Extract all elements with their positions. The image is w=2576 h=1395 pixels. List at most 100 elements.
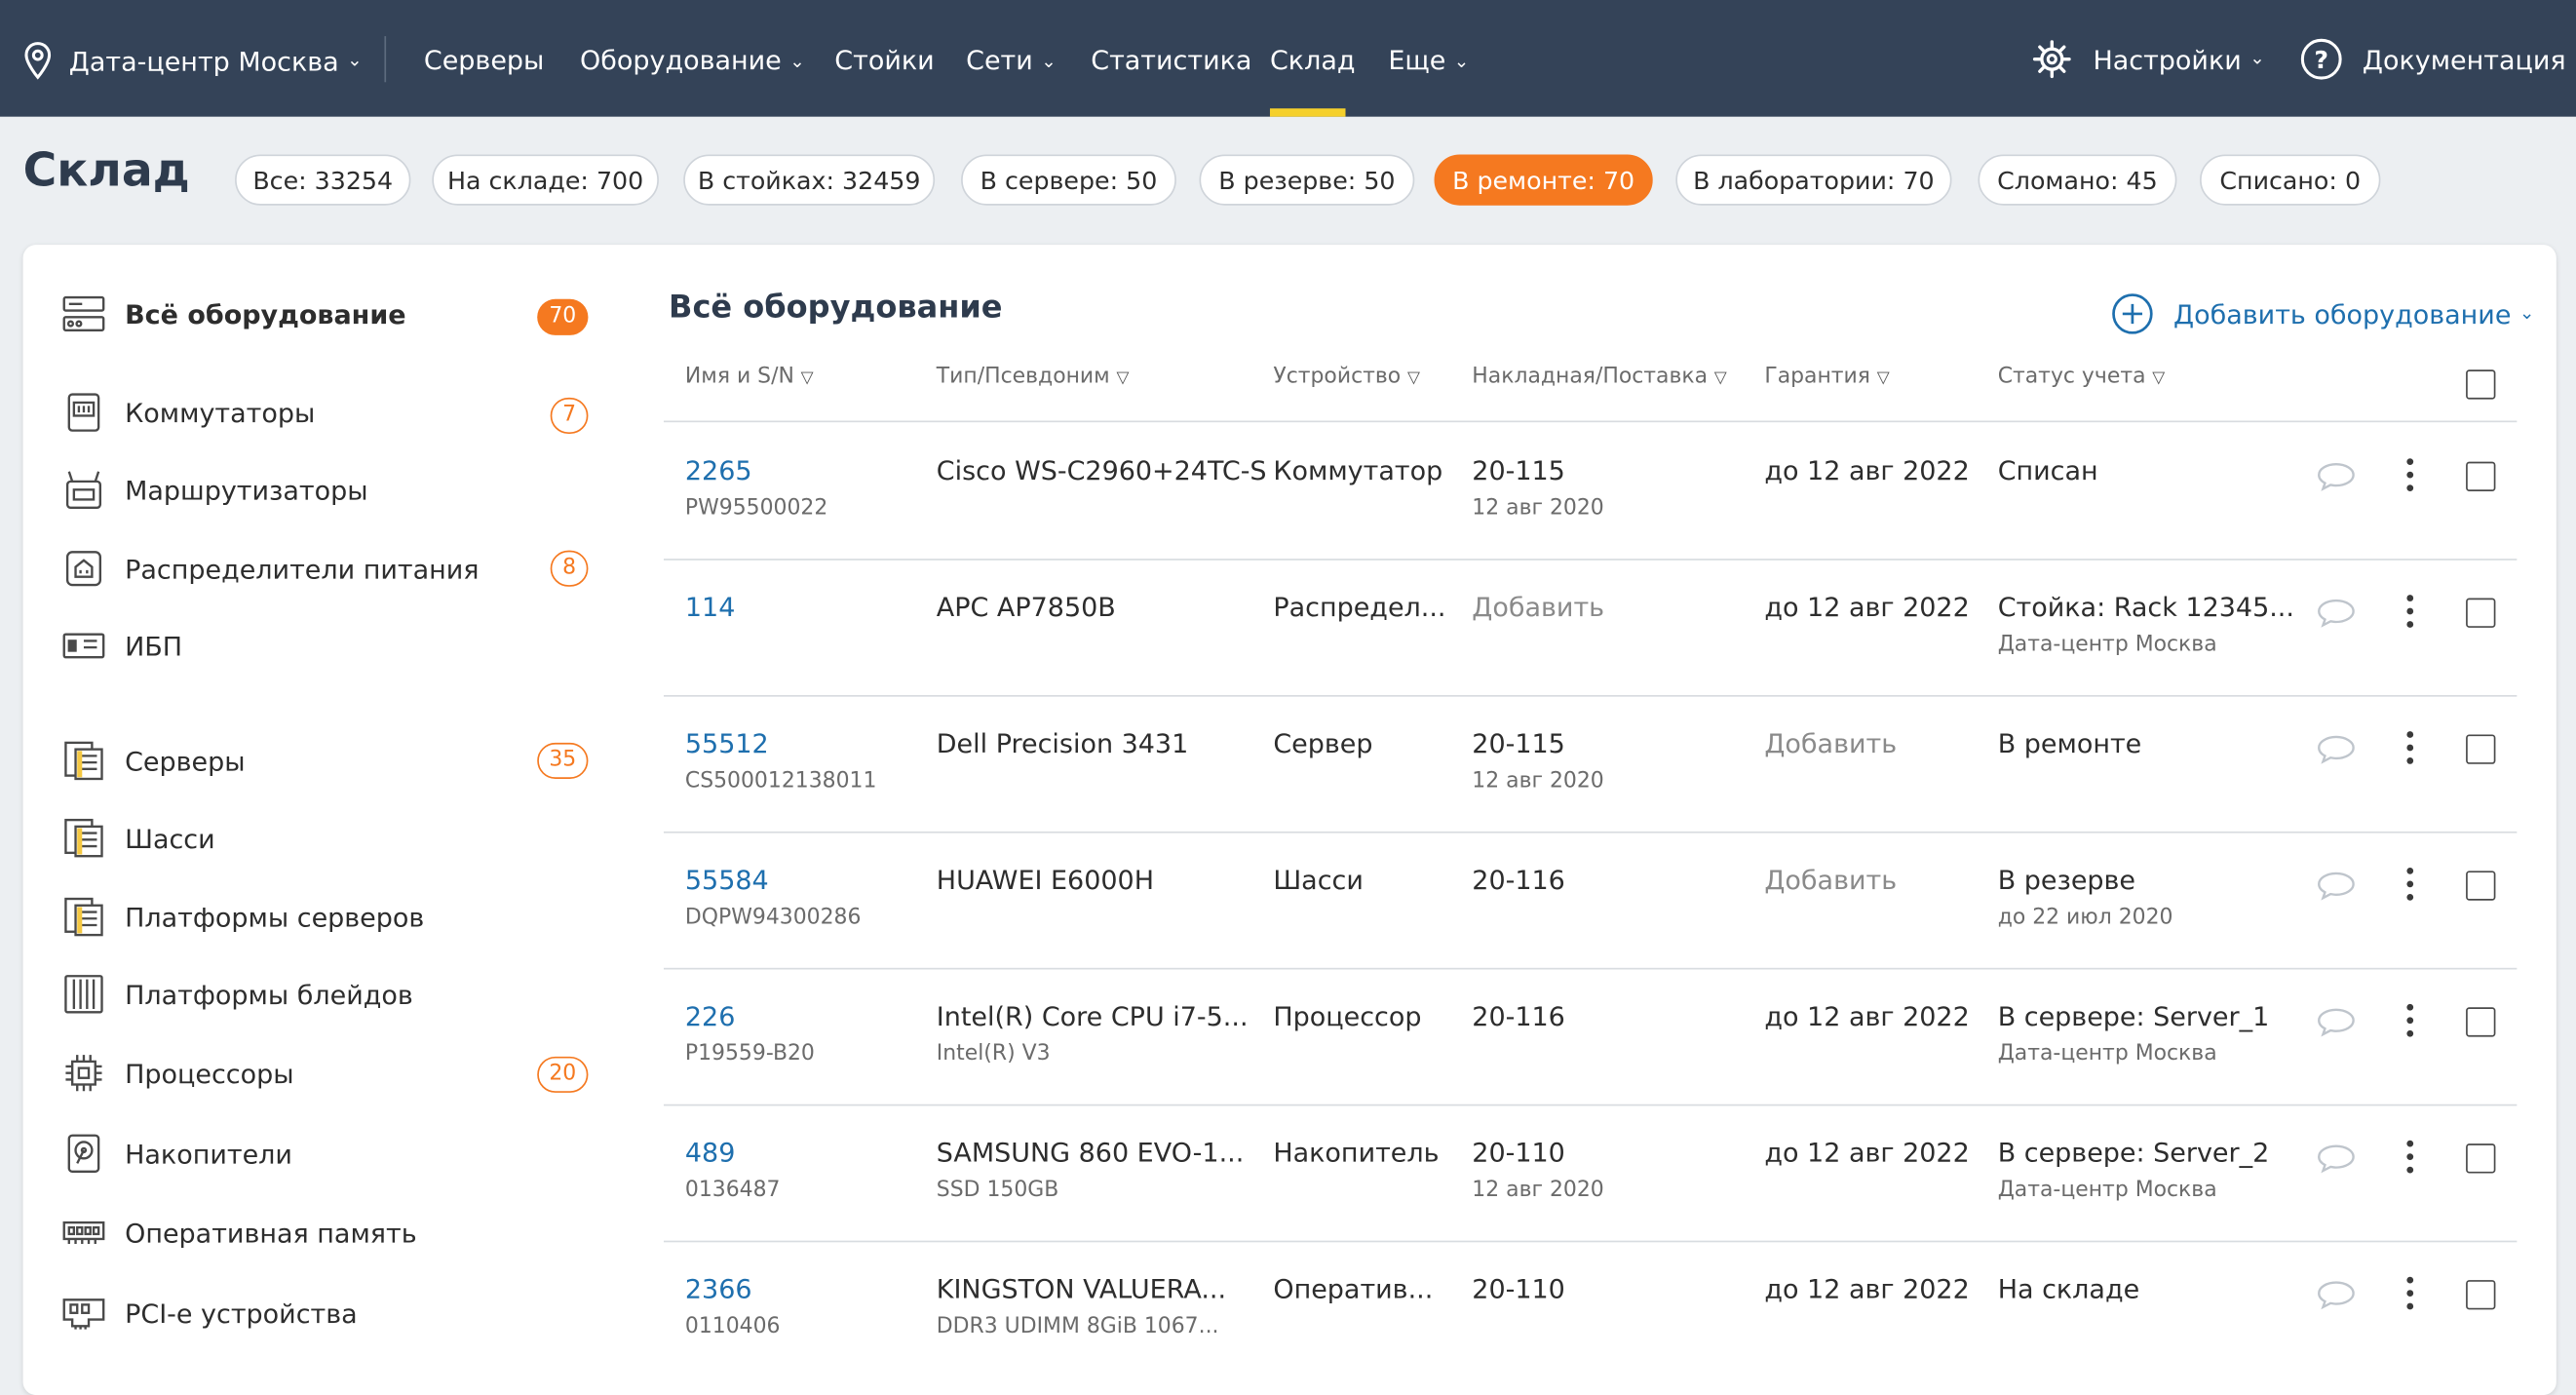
nav-item-networks[interactable]: Сети ⌄: [966, 36, 1057, 86]
row-checkbox[interactable]: [2466, 734, 2496, 764]
nav-item-statistics[interactable]: Статистика: [1091, 36, 1251, 86]
sidebar-item-switches[interactable]: Коммутаторы: [62, 388, 315, 438]
filter-icon[interactable]: ▽: [1877, 369, 1890, 388]
table-row[interactable]: 114 APC AP7850B Распредел... Добавить до…: [663, 559, 2518, 697]
filter-pill-in-lab[interactable]: В лаборатории: 70: [1675, 154, 1952, 206]
server-icon: [62, 740, 105, 783]
more-options-icon[interactable]: [2401, 595, 2420, 628]
filter-icon[interactable]: ▽: [1116, 369, 1129, 388]
account-status: В сервере: Server_2: [1997, 1137, 2270, 1169]
sidebar-item-processors[interactable]: Процессоры: [62, 1048, 294, 1098]
column-header-invoice[interactable]: Накладная/Поставка ▽: [1472, 365, 1726, 389]
column-header-device[interactable]: Устройство ▽: [1273, 365, 1420, 389]
row-checkbox[interactable]: [2466, 871, 2496, 901]
filter-pill-broken[interactable]: Сломано: 45: [1978, 154, 2177, 206]
chassis-icon: [62, 817, 105, 860]
table-row[interactable]: 2366 0110406 KINGSTON VALUERA... DDR3 UD…: [664, 1241, 2517, 1377]
filter-pill-in-repair[interactable]: В ремонте: 70: [1434, 154, 1653, 206]
row-checkbox[interactable]: [2466, 1007, 2496, 1037]
column-header-type-alias[interactable]: Тип/Псевдоним ▽: [937, 365, 1130, 389]
sidebar-item-server-platforms[interactable]: Платформы серверов: [62, 892, 424, 942]
row-checkbox[interactable]: [2466, 598, 2496, 628]
comment-icon[interactable]: [2317, 462, 2356, 491]
comment-icon[interactable]: [2317, 1143, 2356, 1174]
invoice-number: 20-116: [1472, 864, 1565, 896]
nav-item-servers[interactable]: Серверы: [424, 36, 544, 86]
sidebar-item-blade-platforms[interactable]: Платформы блейдов: [62, 970, 413, 1020]
row-checkbox[interactable]: [2466, 461, 2496, 491]
filter-icon[interactable]: ▽: [1714, 369, 1727, 388]
row-checkbox[interactable]: [2466, 1143, 2496, 1174]
sidebar-item-label: Платформы серверов: [125, 901, 425, 933]
more-options-icon[interactable]: [2401, 1140, 2420, 1174]
add-invoice-link[interactable]: Добавить: [1472, 592, 1604, 623]
filter-icon[interactable]: ▽: [1407, 369, 1420, 388]
cpu-icon: [62, 1052, 105, 1095]
nav-item-warehouse[interactable]: Склад: [1270, 36, 1356, 86]
row-checkbox[interactable]: [2466, 1280, 2496, 1310]
nav-item-more[interactable]: Еще ⌄: [1388, 36, 1469, 86]
filter-pill-all[interactable]: Все: 33254: [235, 154, 411, 206]
column-header-label: Тип/Псевдоним: [936, 365, 1110, 390]
comment-icon[interactable]: [2317, 1280, 2356, 1310]
nav-item-label: Сети: [966, 44, 1033, 76]
add-warranty-link[interactable]: Добавить: [1764, 865, 1897, 896]
comment-icon[interactable]: [2317, 871, 2356, 901]
sidebar-item-routers[interactable]: Маршрутизаторы: [62, 465, 368, 515]
add-equipment-button[interactable]: Добавить оборудование ⌄: [2111, 291, 2534, 336]
sidebar-item-pdu[interactable]: Распределители питания: [62, 544, 480, 594]
more-options-icon[interactable]: [2401, 1276, 2420, 1310]
filter-pill-written-off[interactable]: Списано: 0: [2200, 154, 2381, 206]
gear-icon: [2032, 40, 2071, 79]
column-header-warranty[interactable]: Гарантия ▽: [1764, 365, 1889, 389]
filter-pill-in-server[interactable]: В сервере: 50: [961, 154, 1176, 206]
sidebar-item-servers[interactable]: Серверы: [62, 736, 246, 786]
warranty-date: до 12 авг 2022: [1764, 1273, 1970, 1305]
more-options-icon[interactable]: [2401, 1003, 2420, 1037]
more-options-icon[interactable]: [2401, 731, 2420, 764]
serial-number: 0136487: [684, 1178, 781, 1203]
table-row[interactable]: 489 0136487 SAMSUNG 860 EVO-1... SSD 150…: [663, 1104, 2518, 1243]
sidebar-item-ups[interactable]: ИБП: [62, 621, 182, 671]
nav-item-equipment[interactable]: Оборудование ⌄: [580, 36, 805, 86]
sidebar-item-ram[interactable]: Оперативная память: [62, 1208, 417, 1258]
sidebar-item-chassis[interactable]: Шасси: [62, 813, 215, 863]
equipment-name-link[interactable]: 55512: [685, 728, 769, 759]
datacenter-selector[interactable]: Дата-центр Москва ⌄: [23, 36, 363, 86]
comment-icon[interactable]: [2317, 734, 2356, 764]
more-options-icon[interactable]: [2401, 458, 2420, 491]
sidebar-item-pcie[interactable]: PCI-e устройства: [62, 1289, 358, 1338]
select-all-checkbox[interactable]: [2466, 369, 2496, 400]
table-row[interactable]: 55584 DQPW94300286 HUAWEI E6000H Шасси 2…: [663, 832, 2518, 970]
filter-pill-in-stock[interactable]: На складе: 700: [432, 154, 659, 206]
add-warranty-link[interactable]: Добавить: [1764, 728, 1897, 759]
equipment-name-link[interactable]: 114: [685, 592, 735, 623]
table-row[interactable]: 2265 PW95500022 Cisco WS-C2960+24TC-S Ко…: [663, 422, 2518, 561]
equipment-name-link[interactable]: 226: [685, 1001, 735, 1032]
filter-pill-in-racks[interactable]: В стойках: 32459: [683, 154, 936, 206]
equipment-name-link[interactable]: 2265: [685, 455, 752, 486]
filter-pill-reserved[interactable]: В резерве: 50: [1199, 154, 1415, 206]
filter-icon[interactable]: ▽: [801, 369, 814, 388]
equipment-name-link[interactable]: 55584: [685, 865, 769, 896]
documentation-link[interactable]: ? Документация: [2300, 33, 2566, 86]
column-header-name-sn[interactable]: Имя и S/N ▽: [685, 365, 814, 389]
sidebar-item-drives[interactable]: Накопители: [62, 1129, 292, 1179]
table-row[interactable]: 226 P19559-B20 Intel(R) Core CPU i7-5...…: [663, 968, 2518, 1106]
sidebar-item-all-equipment[interactable]: Всё оборудование: [62, 290, 406, 339]
drive-icon: [62, 1132, 105, 1175]
nav-item-racks[interactable]: Стойки: [834, 36, 934, 86]
settings-menu[interactable]: Настройки ⌄: [2032, 33, 2265, 86]
comment-icon[interactable]: [2317, 1007, 2356, 1037]
documentation-label: Документация: [2362, 43, 2566, 75]
invoice-date: 12 авг 2020: [1472, 768, 1604, 794]
router-icon: [62, 468, 105, 511]
status-detail: Дата-центр Москва: [1997, 632, 2217, 658]
comment-icon[interactable]: [2317, 599, 2356, 628]
equipment-name-link[interactable]: 489: [685, 1137, 735, 1168]
column-header-status[interactable]: Статус учета ▽: [1998, 365, 2166, 389]
filter-icon[interactable]: ▽: [2152, 369, 2165, 388]
table-row[interactable]: 55512 CS500012138011 Dell Precision 3431…: [663, 695, 2518, 833]
equipment-name-link[interactable]: 2366: [685, 1273, 752, 1304]
more-options-icon[interactable]: [2401, 867, 2420, 901]
